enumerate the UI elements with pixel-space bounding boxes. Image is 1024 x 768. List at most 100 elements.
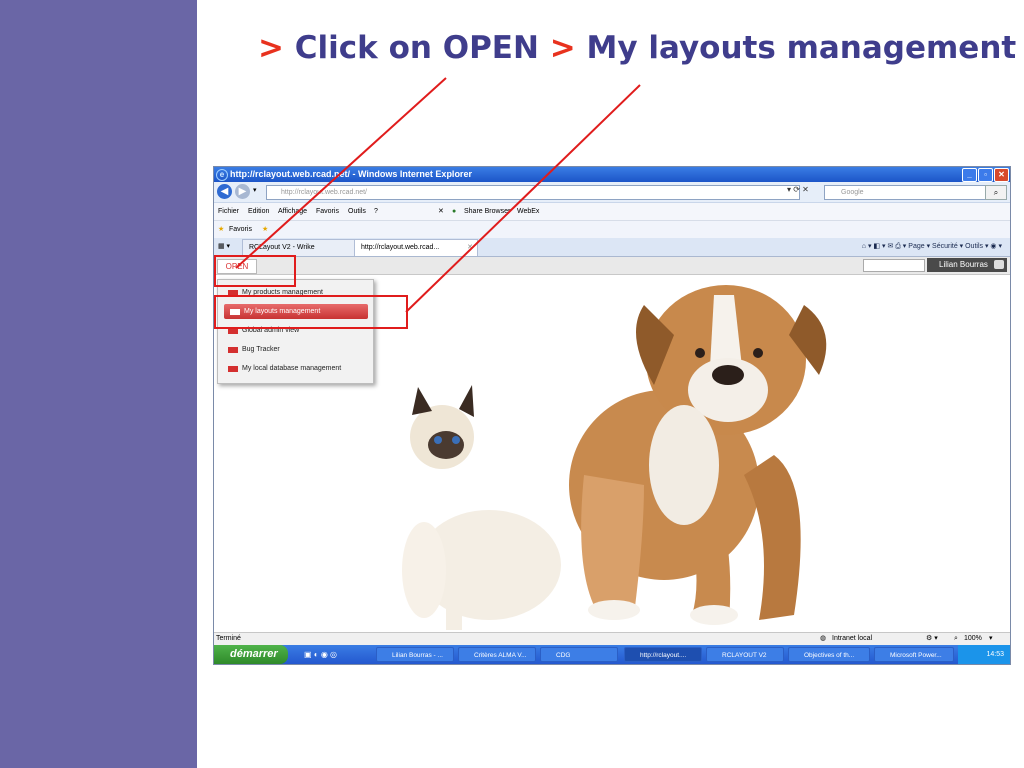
task-cdg[interactable]: CDG xyxy=(540,647,618,662)
task-criteres[interactable]: Critères ALMA V... xyxy=(458,647,536,662)
title-step-1: Click on OPEN xyxy=(294,30,539,66)
search-input[interactable]: Google xyxy=(824,185,997,200)
menu-favoris[interactable]: Favoris xyxy=(316,203,339,220)
user-name: Lilian Bourras xyxy=(939,260,988,269)
menu-icon xyxy=(228,366,238,372)
menu-item-local-db-label: My local database management xyxy=(242,365,342,372)
puppy-eye-right xyxy=(753,348,763,358)
webex-button[interactable]: WebEx xyxy=(517,203,539,220)
history-dropdown-icon[interactable]: ▾ xyxy=(253,186,257,194)
puppy-eye-left xyxy=(695,348,705,358)
puppy-nose xyxy=(712,365,744,385)
mail-icon[interactable]: ✉ xyxy=(887,243,893,250)
menu-fichier[interactable]: Fichier xyxy=(218,203,239,220)
cat-chest xyxy=(402,522,446,618)
tab-bar: ▦ ▾ RCLayout V2 - Wrike http://rclayout.… xyxy=(214,238,1010,257)
windows-taskbar: démarrer ▣ ◐ ◉ ◎ Lilian Bourras - ... Cr… xyxy=(214,645,1010,664)
cat-mask xyxy=(428,431,464,459)
layouts-callout-box xyxy=(214,295,408,329)
menu-help[interactable]: ? xyxy=(374,203,378,220)
globe-icon: ● xyxy=(452,208,457,215)
menu-edition[interactable]: Edition xyxy=(248,203,269,220)
rss-icon[interactable]: ◧ ▾ xyxy=(873,243,885,250)
favorites-bar: ★ Favoris ★ xyxy=(214,221,1010,238)
tab-close-icon[interactable]: ✕ xyxy=(467,240,473,256)
zone-icon: ◍ xyxy=(820,635,827,642)
refresh-stop-icons[interactable]: ▾ ⟳ ✕ xyxy=(787,185,809,194)
minimize-icon[interactable]: _ xyxy=(962,168,977,182)
task-powerpoint[interactable]: Microsoft Power... xyxy=(874,647,954,662)
system-tray: 14:53 xyxy=(958,645,1010,664)
clock: 14:53 xyxy=(986,651,1004,658)
add-favorite-icon[interactable]: ★ xyxy=(262,221,268,238)
lock-icon[interactable] xyxy=(994,260,1004,269)
menu-affichage[interactable]: Affichage xyxy=(278,203,307,220)
start-button[interactable]: démarrer xyxy=(214,645,288,664)
cat-ear-left xyxy=(412,387,432,415)
star-icon: ★ xyxy=(218,226,225,233)
task-rclayout-ie[interactable]: http://rclayout.... xyxy=(624,647,702,662)
status-bar: Terminé ◍ Intranet local ⚙ ▾ ⌕ 100% ▾ xyxy=(214,632,1010,645)
close-icon[interactable]: ✕ xyxy=(994,168,1009,182)
open-callout-box xyxy=(214,255,296,287)
home-icon[interactable]: ⌂ ▾ xyxy=(862,243,872,250)
menu-item-local-db[interactable]: My local database management xyxy=(218,359,373,378)
puppy-paw-left xyxy=(588,600,640,620)
back-icon[interactable]: ◀ xyxy=(217,184,232,199)
task-objectives[interactable]: Objectives of th... xyxy=(788,647,870,662)
protected-mode-icon[interactable]: ⚙ ▾ xyxy=(926,633,938,645)
quick-tabs-icon[interactable]: ▦ ▾ xyxy=(218,238,230,256)
app-toolbar: OPEN Lilian Bourras xyxy=(214,257,1010,275)
command-bar[interactable]: ⌂ ▾ ◧ ▾ ✉ ⎙ ▾ Page ▾ Sécurité ▾ Outils ▾… xyxy=(862,238,1002,256)
command-bar-menus[interactable]: Page ▾ Sécurité ▾ Outils ▾ xyxy=(908,243,988,250)
slide-title: > Click on OPEN > My layouts management xyxy=(258,30,1016,66)
title-arrow-2: > xyxy=(549,30,576,66)
slide-sidebar xyxy=(0,0,197,768)
maximize-icon[interactable]: ▫ xyxy=(978,168,993,182)
menu-outils[interactable]: Outils xyxy=(348,203,366,220)
forward-icon[interactable]: ▶ xyxy=(235,184,250,199)
menu-item-bug-tracker-label: Bug Tracker xyxy=(242,346,280,353)
zone-text: Intranet local xyxy=(832,635,873,642)
puppy-chest xyxy=(649,405,719,525)
search-icon[interactable]: ⌕ xyxy=(985,185,1007,200)
window-title: http://rclayout.web.rcad.net/ - Windows … xyxy=(230,169,472,179)
status-text: Terminé xyxy=(216,635,241,642)
window-controls: _ ▫ ✕ xyxy=(962,168,1009,182)
cat-leg xyxy=(446,575,462,630)
menu-item-bug-tracker[interactable]: Bug Tracker xyxy=(218,340,373,359)
puppy-paw-right xyxy=(690,605,738,625)
tab-rclayout[interactable]: http://rclayout.web.rcad... ✕ xyxy=(354,239,478,256)
help-icon[interactable]: ◉ ▾ xyxy=(990,243,1002,250)
task-rclayout-folder[interactable]: RCLAYOUT V2 xyxy=(706,647,784,662)
zoom-dropdown-icon[interactable]: ▾ xyxy=(989,633,993,645)
menu-icon xyxy=(228,347,238,353)
favorites-button[interactable]: Favoris xyxy=(229,221,252,238)
address-text: http://rclayout.web.rcad.net/ xyxy=(281,189,367,196)
share-browser-button[interactable]: Share Browser xyxy=(464,203,510,220)
puppy-front-leg-left xyxy=(581,475,644,615)
close-toolbar-icon[interactable]: ✕ xyxy=(438,203,444,220)
start-label: démarrer xyxy=(230,648,278,660)
ie-logo-icon: e xyxy=(216,169,228,181)
app-search-input[interactable] xyxy=(863,259,925,272)
quick-launch-icons[interactable]: ▣ ◐ ◉ ◎ xyxy=(304,645,337,664)
tab-wrike[interactable]: RCLayout V2 - Wrike xyxy=(242,239,364,256)
address-row: ◀ ▶ ▾ http://rclayout.web.rcad.net/ ▾ ⟳ … xyxy=(214,182,1010,203)
print-icon[interactable]: ⎙ ▾ xyxy=(895,243,906,250)
cat-eye-right xyxy=(452,436,460,444)
zoom-icon[interactable]: ⌕ xyxy=(954,633,958,645)
task-lilian[interactable]: Lilian Bourras - ... xyxy=(376,647,454,662)
tab-wrike-label: RCLayout V2 - Wrike xyxy=(249,244,315,251)
cat-eye-left xyxy=(434,436,442,444)
title-step-2: My layouts management xyxy=(586,30,1017,66)
tab-rclayout-label: http://rclayout.web.rcad... xyxy=(361,244,440,251)
zoom-level[interactable]: 100% xyxy=(964,633,982,645)
user-badge[interactable]: Lilian Bourras xyxy=(927,258,1007,272)
puppy-hind-leg xyxy=(744,455,801,620)
address-bar[interactable]: http://rclayout.web.rcad.net/ xyxy=(266,185,800,200)
browser-screenshot: e http://rclayout.web.rcad.net/ - Window… xyxy=(213,166,1011,665)
ie-titlebar: e http://rclayout.web.rcad.net/ - Window… xyxy=(214,167,1010,182)
menu-bar: Fichier Edition Affichage Favoris Outils… xyxy=(214,203,1010,221)
title-arrow-1: > xyxy=(258,30,284,66)
